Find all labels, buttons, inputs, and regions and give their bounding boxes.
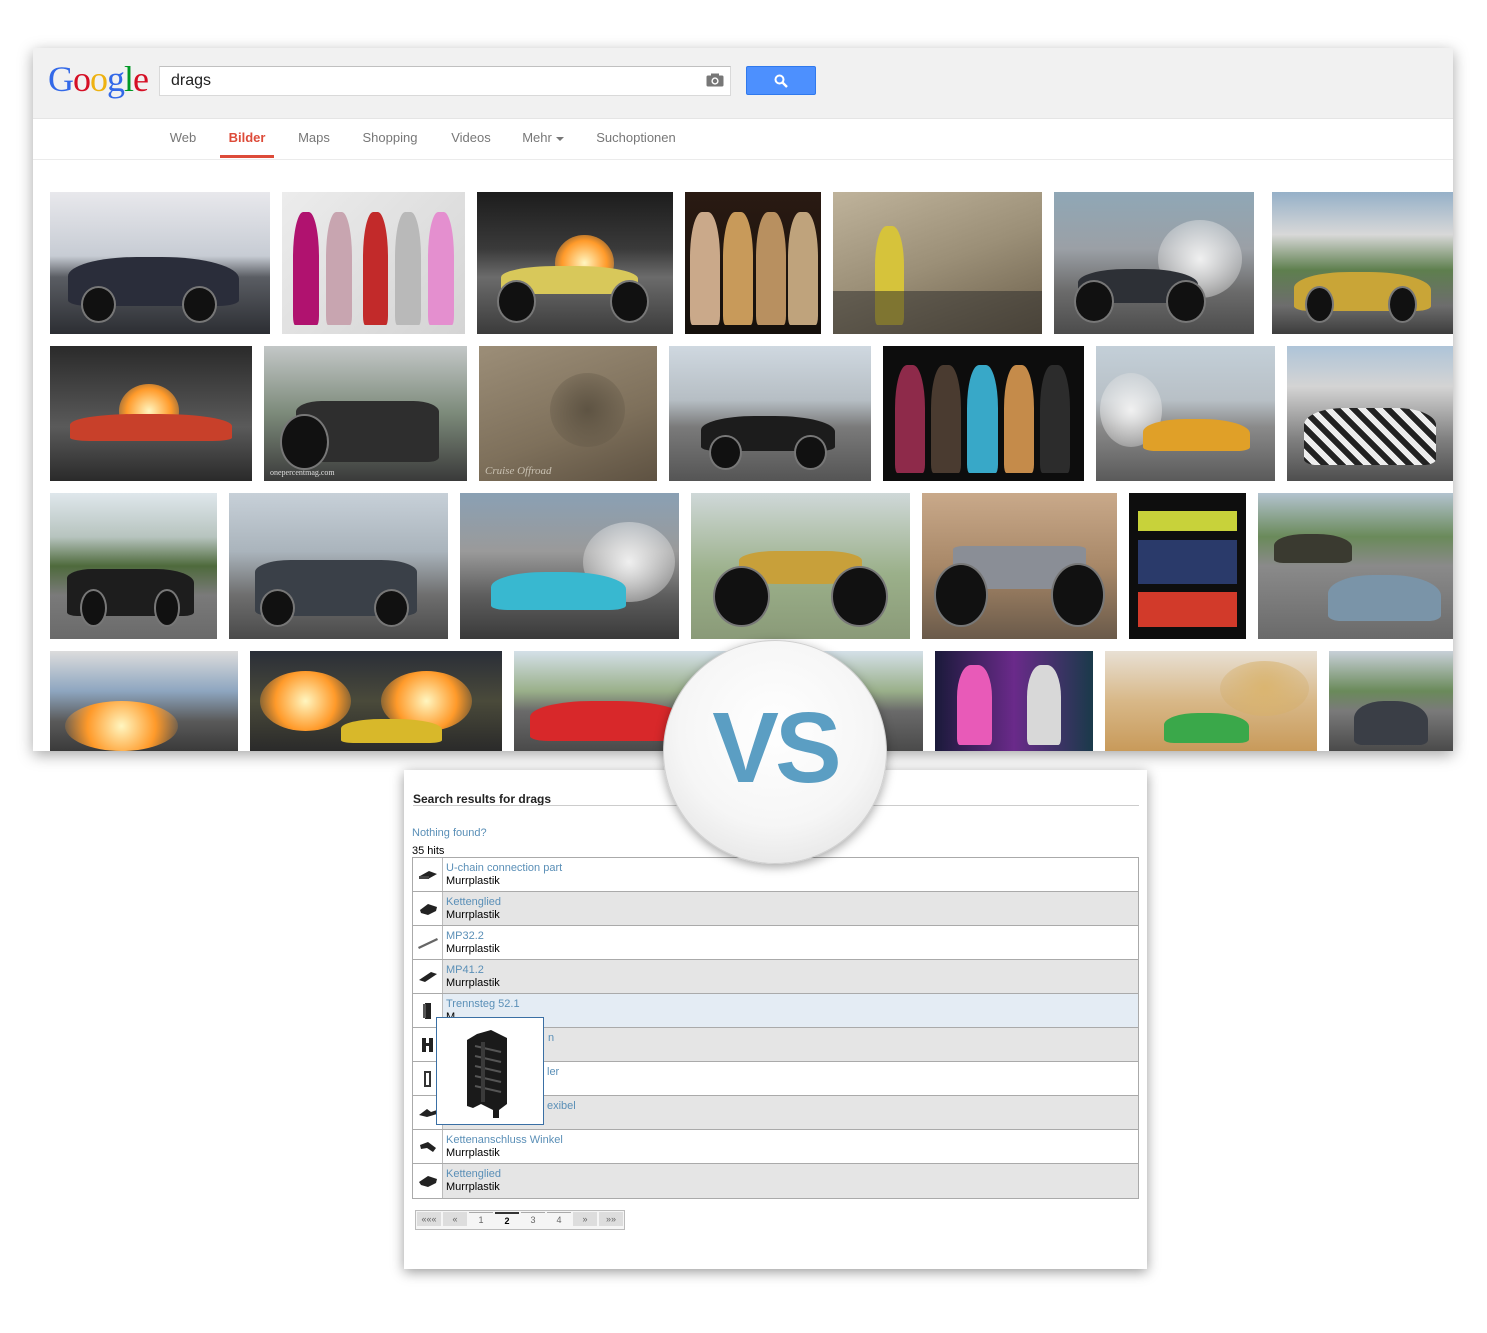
- image-result[interactable]: [460, 493, 679, 639]
- item-name-link[interactable]: n: [548, 1032, 554, 1044]
- part-thumbnail: [413, 858, 443, 891]
- watermark-text: Cruise Offroad: [485, 465, 552, 477]
- item-name-link[interactable]: MP41.2: [446, 964, 484, 976]
- item-maker: Murrplastik: [446, 909, 500, 921]
- results-title: Search results for drags: [413, 792, 552, 806]
- image-result[interactable]: [1054, 192, 1254, 334]
- item-name-link[interactable]: MP32.2: [446, 930, 484, 942]
- image-result[interactable]: [669, 346, 871, 481]
- nothing-found-link[interactable]: Nothing found?: [412, 827, 487, 839]
- item-name-link[interactable]: Kettenanschluss Winkel: [446, 1134, 563, 1146]
- next-page-button[interactable]: »: [573, 1212, 597, 1226]
- image-result[interactable]: [935, 651, 1093, 751]
- image-result[interactable]: [50, 192, 270, 334]
- item-maker: Murrplastik: [446, 875, 500, 887]
- part-thumbnail: [413, 892, 443, 925]
- image-result[interactable]: [1329, 651, 1453, 751]
- item-name-link[interactable]: Kettenglied: [446, 896, 501, 908]
- image-result[interactable]: [50, 346, 252, 481]
- image-result[interactable]: onepercentmag.com: [264, 346, 467, 481]
- page-1-button[interactable]: 1: [469, 1212, 493, 1227]
- watermark-text: onepercentmag.com: [270, 468, 335, 477]
- image-result[interactable]: [1129, 493, 1246, 639]
- pagination: ««« « 1 2 3 4 » »»: [415, 1210, 625, 1230]
- list-item[interactable]: MP41.2 Murrplastik: [413, 960, 1138, 994]
- image-result[interactable]: [833, 192, 1042, 334]
- image-result[interactable]: [50, 493, 217, 639]
- image-result[interactable]: [1105, 651, 1317, 751]
- image-result[interactable]: [229, 493, 448, 639]
- image-result[interactable]: [1272, 192, 1453, 334]
- image-result[interactable]: [691, 493, 910, 639]
- item-maker: Murrplastik: [446, 977, 500, 989]
- image-result[interactable]: [883, 346, 1084, 481]
- part-preview-popup: [436, 1017, 544, 1125]
- item-name-link[interactable]: Kettenglied: [446, 1168, 501, 1180]
- image-result[interactable]: [1258, 493, 1453, 639]
- page-3-button[interactable]: 3: [521, 1212, 545, 1227]
- item-name-link[interactable]: ler: [547, 1066, 559, 1078]
- item-name-link[interactable]: U-chain connection part: [446, 862, 562, 874]
- item-maker: Murrplastik: [446, 1147, 500, 1159]
- hit-count: 35 hits: [412, 845, 445, 857]
- page-4-button[interactable]: 4: [547, 1212, 571, 1227]
- part-thumbnail: [413, 926, 443, 959]
- image-result[interactable]: Cruise Offroad: [479, 346, 657, 481]
- item-maker: Murrplastik: [446, 1181, 500, 1193]
- list-item[interactable]: Kettenanschluss Winkel Murrplastik: [413, 1130, 1138, 1164]
- image-result[interactable]: [1096, 346, 1275, 481]
- image-result[interactable]: [685, 192, 821, 334]
- image-result[interactable]: [250, 651, 502, 751]
- first-page-button[interactable]: «««: [417, 1212, 441, 1226]
- list-item[interactable]: MP32.2 Murrplastik: [413, 926, 1138, 960]
- list-item[interactable]: Kettenglied Murrplastik: [413, 1164, 1138, 1198]
- vs-label: VS: [712, 692, 841, 804]
- image-result[interactable]: [50, 651, 238, 751]
- part-thumbnail: [413, 960, 443, 993]
- chain-segment-preview-icon: [467, 1030, 507, 1118]
- image-result[interactable]: [922, 493, 1117, 639]
- part-thumbnail: [413, 1164, 443, 1198]
- last-page-button[interactable]: »»: [599, 1212, 623, 1226]
- image-result[interactable]: [282, 192, 465, 334]
- item-name-link[interactable]: exibel: [547, 1100, 576, 1112]
- page-2-button[interactable]: 2: [495, 1212, 519, 1228]
- list-item[interactable]: Kettenglied Murrplastik: [413, 892, 1138, 926]
- item-maker: Murrplastik: [446, 943, 500, 955]
- vs-badge: VS: [663, 640, 887, 864]
- part-thumbnail: [413, 1130, 443, 1163]
- prev-page-button[interactable]: «: [443, 1212, 467, 1226]
- image-result[interactable]: [1287, 346, 1453, 481]
- item-name-link[interactable]: Trennsteg 52.1: [446, 998, 520, 1010]
- image-result[interactable]: [477, 192, 673, 334]
